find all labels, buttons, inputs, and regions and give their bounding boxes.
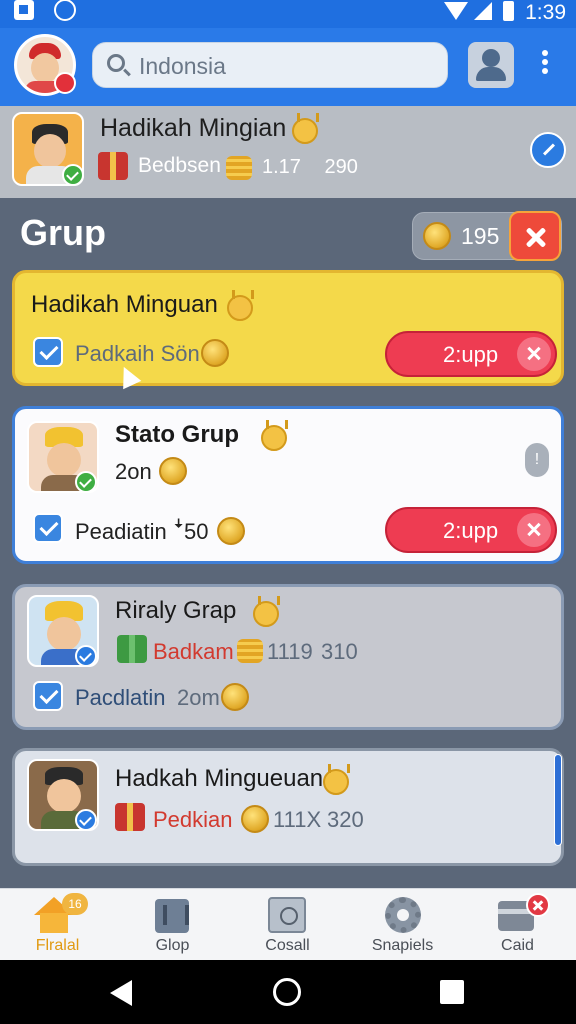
- join-button-label: 2:upp: [443, 342, 499, 367]
- search-bar[interactable]: Indonsia: [92, 42, 448, 88]
- coin-balance: 195: [412, 211, 562, 261]
- nav-item-snapiels[interactable]: Snapiels: [345, 889, 460, 961]
- home-circle-icon[interactable]: [273, 978, 301, 1006]
- card-checkbox[interactable]: [33, 681, 63, 711]
- person-icon: [482, 49, 500, 67]
- group-card[interactable]: Riraly Grap Badkam 1119 310 Pacdlatin 2o…: [12, 584, 564, 730]
- medal-icon: [292, 113, 319, 144]
- medal-icon: [323, 764, 350, 795]
- coin-count: 195: [461, 223, 500, 249]
- nav-label: Flralal: [35, 937, 80, 954]
- more-options-icon[interactable]: [538, 50, 552, 80]
- card-row-value: 2om: [177, 685, 220, 710]
- nav-badge: 16: [62, 893, 88, 915]
- card-row-text: Peadiatin: [75, 519, 167, 544]
- status-bar: 1:39: [0, 0, 576, 28]
- card-title: Hadikah Minguan: [31, 291, 218, 318]
- system-navigation-bar: [0, 960, 576, 1024]
- avatar-notification-badge: [54, 72, 76, 94]
- join-button[interactable]: 2:upp: [385, 507, 557, 553]
- card-num-2: 320: [327, 807, 364, 832]
- profile-button[interactable]: [468, 42, 514, 88]
- close-button[interactable]: [509, 211, 561, 261]
- verified-icon: [75, 645, 97, 667]
- nav-label: Cosall: [265, 937, 310, 954]
- nav-label: Glop: [155, 937, 190, 954]
- nav-item-glop[interactable]: Glop: [115, 889, 230, 961]
- nav-item-home[interactable]: 16 Flralal: [0, 889, 115, 961]
- info-icon[interactable]: !: [525, 443, 549, 477]
- card-sub-text: 2on: [115, 459, 152, 484]
- group-card[interactable]: Stato Grup 2on ! Peadiatin ꜜ50 2:upp: [12, 406, 564, 564]
- verified-icon: [62, 164, 84, 186]
- pinned-num-2: 290: [324, 156, 358, 178]
- search-input[interactable]: Indonsia: [139, 53, 226, 80]
- close-icon: [517, 513, 551, 547]
- card-num-1: 111X: [273, 807, 322, 832]
- card-num-2: 310: [321, 639, 358, 664]
- gear-icon: [385, 897, 421, 933]
- medal-icon: [227, 290, 254, 321]
- recent-apps-icon[interactable]: [440, 980, 464, 1004]
- app-bar: Indonsia: [0, 28, 576, 106]
- status-time: 1:39: [525, 1, 566, 24]
- search-icon: [107, 54, 125, 72]
- section-title: Grup: [20, 212, 106, 253]
- main-content: Grup 195 Hadikah Minguan Padkaih Sön 2:u…: [0, 198, 576, 888]
- gift-icon: [117, 635, 147, 663]
- gift-icon: [98, 152, 128, 180]
- coin-stack-icon: [237, 639, 263, 663]
- coin-stack-icon: [226, 156, 252, 180]
- back-icon[interactable]: [110, 980, 132, 1006]
- open-arrow-button[interactable]: [530, 132, 566, 168]
- coin-icon: [241, 805, 269, 833]
- nav-label: Snapiels: [371, 937, 434, 954]
- box-icon: [155, 899, 189, 933]
- pinned-sub-label: Bedbsen: [138, 154, 221, 177]
- scrollbar[interactable]: [554, 754, 562, 846]
- card-row-text: Padkaih Sön: [75, 341, 200, 366]
- notification-icon: [14, 0, 34, 20]
- pinned-num-1: 1.17: [262, 156, 301, 178]
- coin-icon: [221, 683, 249, 711]
- gift-icon: [115, 803, 145, 831]
- card-checkbox[interactable]: [33, 513, 63, 543]
- card-sub-label: Badkam: [153, 639, 234, 664]
- close-icon: [517, 337, 551, 371]
- nav-item-caid[interactable]: Caid: [460, 889, 575, 961]
- coin-icon: [159, 457, 187, 485]
- group-card[interactable]: Hadikah Minguan Padkaih Sön 2:upp: [12, 270, 564, 386]
- nav-item-cosall[interactable]: Cosall: [230, 889, 345, 961]
- card-row-text: Pacdlatin: [75, 685, 166, 710]
- pinned-group-row[interactable]: Hadikah Mingian Bedbsen 1.17 290: [0, 106, 576, 198]
- medal-icon: [261, 420, 288, 451]
- join-button[interactable]: 2:upp: [385, 331, 557, 377]
- coin-icon: [217, 517, 245, 545]
- verified-icon: [75, 809, 97, 831]
- card-sub-label: Pedkian: [153, 807, 233, 832]
- nav-label: Caid: [501, 937, 534, 954]
- coin-icon: [201, 339, 229, 367]
- pinned-title: Hadikah Mingian: [100, 114, 287, 142]
- card-row-value: ꜜ50: [173, 519, 209, 544]
- card-title: Stato Grup: [115, 421, 239, 448]
- coin-icon: [423, 222, 451, 250]
- group-card[interactable]: Hadkah Mingueuan Pedkian 111X 320: [12, 748, 564, 866]
- verified-icon: [75, 471, 97, 493]
- card-title: Hadkah Mingueuan: [115, 765, 324, 792]
- wifi-icon: [444, 2, 468, 20]
- bottom-navigation: 16 Flralal Glop Cosall Snapiels Caid: [0, 888, 576, 960]
- close-icon: [526, 893, 550, 917]
- signal-icon: [474, 2, 492, 20]
- battery-icon: [503, 1, 514, 21]
- medal-icon: [253, 596, 280, 627]
- card-num-1: 1119: [267, 639, 313, 664]
- card-title: Riraly Grap: [115, 597, 237, 624]
- card-checkbox[interactable]: [33, 337, 63, 367]
- join-button-label: 2:upp: [443, 518, 499, 543]
- camera-icon: [268, 897, 306, 933]
- sync-icon: [54, 0, 76, 21]
